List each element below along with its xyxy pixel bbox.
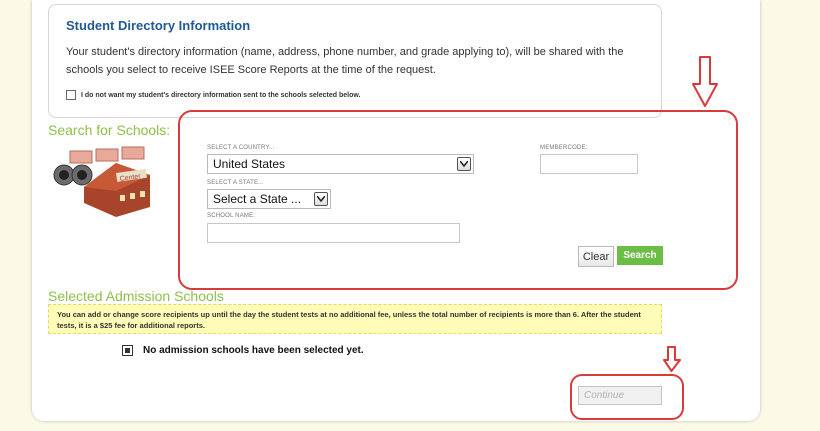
continue-button[interactable]: Continue (578, 386, 662, 405)
search-heading: Search for Schools: (48, 122, 171, 138)
directory-info-text: Your student's directory information (na… (66, 46, 624, 76)
recipient-fee-notice: You can add or change score recipients u… (48, 304, 662, 334)
school-name-input[interactable] (207, 223, 460, 243)
membercode-input[interactable] (540, 154, 638, 174)
school-name-label: SCHOOL NAME: (207, 213, 256, 219)
state-select[interactable]: Select a State ... (207, 189, 331, 209)
directory-optout-row[interactable]: I do not want my student's directory inf… (66, 90, 361, 100)
membercode-label: MEMBERCODE: (540, 145, 588, 151)
chevron-down-icon[interactable] (314, 192, 328, 206)
directory-optout-label: I do not want my student's directory inf… (81, 91, 361, 99)
country-select[interactable]: United States (207, 154, 474, 174)
radio-icon (122, 345, 133, 356)
directory-info-title: Student Directory Information (66, 18, 251, 33)
directory-optout-checkbox[interactable] (66, 90, 76, 100)
down-arrow-icon (663, 346, 681, 372)
state-select-value: Select a State ... (213, 192, 302, 206)
country-select-value: United States (213, 157, 286, 171)
no-schools-message: No admission schools have been selected … (143, 345, 364, 356)
selected-schools-heading: Selected Admission Schools (48, 288, 224, 304)
clear-button[interactable]: Clear (578, 246, 614, 267)
school-search-icon: Center (53, 146, 150, 217)
no-schools-row: No admission schools have been selected … (122, 345, 364, 356)
directory-info-box: Student Directory Information Your stude… (48, 4, 662, 118)
down-arrow-icon (692, 56, 718, 107)
state-label: SELECT A STATE... (207, 180, 264, 186)
search-button[interactable]: Search (617, 246, 663, 265)
country-label: SELECT A COUNTRY... (207, 145, 275, 151)
chevron-down-icon[interactable] (457, 157, 471, 171)
